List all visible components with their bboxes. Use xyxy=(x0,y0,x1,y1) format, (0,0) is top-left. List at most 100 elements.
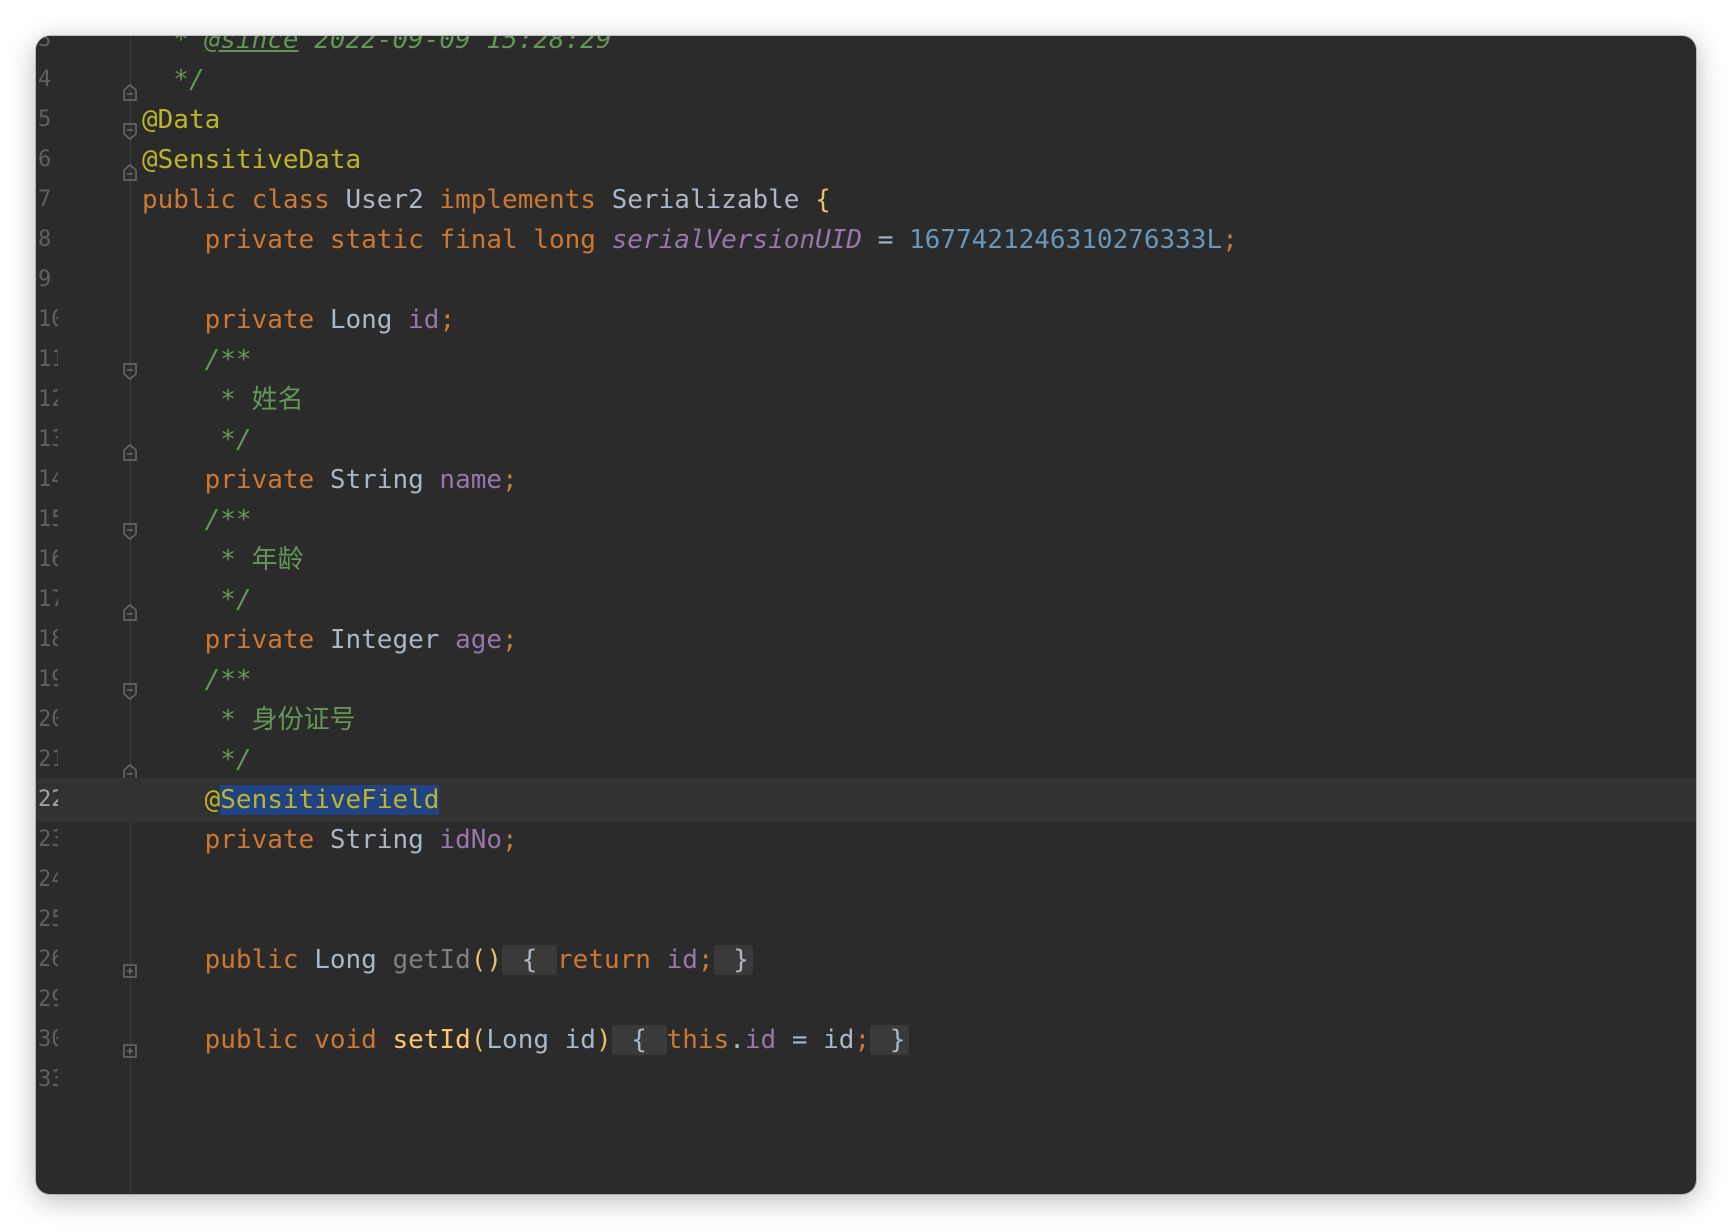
code-text[interactable]: /** xyxy=(142,658,252,702)
line-number: 6 xyxy=(38,147,52,172)
code-token: ; xyxy=(1222,225,1238,255)
code-token: @SensitiveData xyxy=(142,145,362,175)
fold-collapse-icon[interactable] xyxy=(122,431,138,461)
code-token: this xyxy=(666,1025,730,1055)
code-line[interactable]: 24 xyxy=(36,858,1696,902)
code-text[interactable]: */ xyxy=(142,58,204,102)
line-number: 30 xyxy=(38,1027,58,1052)
fold-collapse-icon[interactable] xyxy=(122,591,138,621)
code-line[interactable]: 6 @SensitiveData xyxy=(36,138,1696,182)
line-number: 24 xyxy=(38,867,58,892)
code-token: @ xyxy=(142,785,221,815)
line-number: 25 xyxy=(38,907,58,932)
code-line[interactable]: 5 @Data xyxy=(36,98,1696,142)
code-text[interactable]: private Integer age; xyxy=(142,618,518,662)
code-token: private static final long xyxy=(142,225,612,255)
code-token: return xyxy=(557,945,667,975)
code-line[interactable]: 23 private String idNo; xyxy=(36,818,1696,862)
fold-expand-icon[interactable] xyxy=(122,951,138,978)
code-token: age xyxy=(455,625,503,655)
fold-collapse-icon[interactable] xyxy=(122,671,138,700)
code-token: /** xyxy=(142,665,252,695)
line-number: 10 xyxy=(38,307,58,332)
fold-collapse-icon[interactable] xyxy=(122,151,138,181)
code-line[interactable]: 19 /** xyxy=(36,658,1696,702)
line-number: 4 xyxy=(38,67,52,92)
code-text[interactable]: private String idNo; xyxy=(142,818,518,862)
code-line[interactable]: 21 */ xyxy=(36,738,1696,782)
code-text[interactable]: */ xyxy=(142,418,251,462)
code-editor[interactable]: 3 * @since 2022-09-09 15:28:29 4 */5 @Data… xyxy=(36,36,1696,1194)
code-line[interactable]: 10 private Long id; xyxy=(36,298,1696,342)
code-text[interactable]: private String name; xyxy=(142,458,518,502)
code-text[interactable]: public void setId(Long id) { this.id = i… xyxy=(142,1018,910,1062)
fold-collapse-icon[interactable] xyxy=(122,751,138,781)
code-token: /** xyxy=(142,345,252,375)
code-text[interactable]: private Long id; xyxy=(142,298,455,342)
code-line[interactable]: 33 xyxy=(36,1058,1696,1102)
fold-collapse-icon[interactable] xyxy=(122,71,138,101)
code-token: implements xyxy=(439,185,612,215)
code-token: * xyxy=(142,545,252,575)
line-number: 18 xyxy=(38,627,58,652)
code-token: getId xyxy=(392,945,471,975)
code-text[interactable]: private static final long serialVersionU… xyxy=(142,218,1238,262)
code-token: idNo xyxy=(439,825,503,855)
code-line[interactable]: 30 public void setId(Long id) { this.id … xyxy=(36,1018,1696,1062)
code-text[interactable]: * 年龄 xyxy=(142,538,303,582)
line-number: 29 xyxy=(38,987,58,1012)
code-token: . xyxy=(729,1025,745,1055)
code-token: 身份证号 xyxy=(251,705,356,735)
code-token: ; xyxy=(502,825,518,855)
code-text[interactable]: * 姓名 xyxy=(142,378,303,422)
code-text[interactable]: public class User2 implements Serializab… xyxy=(142,178,831,222)
line-number: 19 xyxy=(38,667,58,692)
code-text[interactable]: @Data xyxy=(142,98,220,142)
line-number: 21 xyxy=(38,747,58,772)
code-token: } xyxy=(870,1025,910,1055)
code-token: { xyxy=(502,945,558,975)
line-number: 17 xyxy=(38,587,58,612)
code-line[interactable]: 9 xyxy=(36,258,1696,302)
code-line[interactable]: 20 * 身份证号 xyxy=(36,698,1696,742)
code-text[interactable]: @SensitiveData xyxy=(142,138,361,182)
code-token: ; xyxy=(697,945,714,975)
code-token: * xyxy=(142,385,252,415)
code-line[interactable]: 12 * 姓名 xyxy=(36,378,1696,422)
code-line[interactable]: 13 */ xyxy=(36,418,1696,462)
code-line[interactable]: 22 @SensitiveField xyxy=(36,778,1696,822)
code-token: String xyxy=(329,465,440,495)
code-token: Serializable xyxy=(611,185,816,215)
fold-collapse-icon[interactable] xyxy=(122,511,138,540)
code-text[interactable]: */ xyxy=(142,578,251,622)
fold-collapse-icon[interactable] xyxy=(122,351,138,380)
code-line[interactable]: 8 private static final long serialVersio… xyxy=(36,218,1696,262)
line-number: 9 xyxy=(38,267,52,292)
code-line[interactable]: 15 /** xyxy=(36,498,1696,542)
code-text[interactable]: /** xyxy=(142,338,252,382)
code-line[interactable]: 18 private Integer age; xyxy=(36,618,1696,662)
line-number: 5 xyxy=(38,107,52,132)
code-line[interactable]: 26 public Long getId() { return id; } xyxy=(36,938,1696,982)
code-text[interactable]: @SensitiveField xyxy=(142,778,440,822)
code-text[interactable]: * 身份证号 xyxy=(142,698,356,742)
code-token: ; xyxy=(439,305,456,335)
code-line[interactable]: 16 * 年龄 xyxy=(36,538,1696,582)
line-number: 23 xyxy=(38,827,58,852)
code-line[interactable]: 14 private String name; xyxy=(36,458,1696,502)
code-line[interactable]: 17 */ xyxy=(36,578,1696,622)
code-token: private xyxy=(142,825,330,855)
code-line[interactable]: 7 public class User2 implements Serializa… xyxy=(36,178,1696,222)
code-text[interactable]: */ xyxy=(142,738,251,782)
code-line[interactable]: 25 xyxy=(36,898,1696,942)
line-number: 12 xyxy=(38,387,58,412)
code-text[interactable]: /** xyxy=(142,498,252,542)
code-token: private xyxy=(142,465,330,495)
line-number: 33 xyxy=(38,1067,58,1092)
code-text[interactable]: public Long getId() { return id; } xyxy=(142,938,753,982)
fold-collapse-icon[interactable] xyxy=(122,111,138,140)
code-line[interactable]: 4 */ xyxy=(36,58,1696,102)
code-line[interactable]: 11 /** xyxy=(36,338,1696,382)
fold-expand-icon[interactable] xyxy=(122,1031,138,1058)
code-line[interactable]: 29 xyxy=(36,978,1696,1022)
